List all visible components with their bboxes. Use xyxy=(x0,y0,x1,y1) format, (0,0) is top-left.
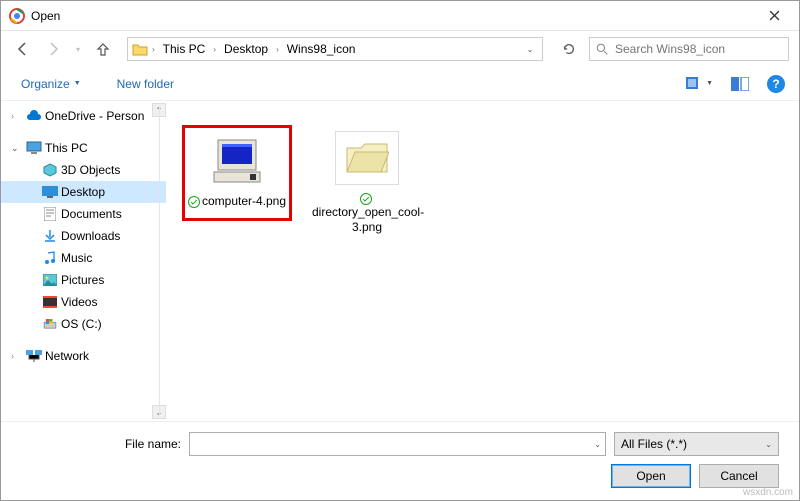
chevron-right-icon[interactable]: › xyxy=(211,45,218,54)
filename-input[interactable] xyxy=(194,437,594,451)
sidebar-item-3dobjects[interactable]: 3D Objects xyxy=(1,159,166,181)
breadcrumb-desktop[interactable]: Desktop xyxy=(220,40,272,58)
breadcrumb-folder[interactable]: Wins98_icon xyxy=(283,40,360,58)
recent-locations-button[interactable]: ▾ xyxy=(71,37,85,61)
file-item-computer[interactable]: computer-4.png xyxy=(182,125,292,221)
desktop-icon xyxy=(41,184,59,200)
sidebar-item-label: Documents xyxy=(61,207,122,221)
file-list[interactable]: computer-4.png directory_open_cool-3.png xyxy=(166,101,799,421)
file-thumbnail xyxy=(205,134,269,188)
filetype-combobox[interactable]: All Files (*.*) ⌄ xyxy=(614,432,779,456)
music-icon xyxy=(41,250,59,266)
sidebar-item-label: This PC xyxy=(45,141,88,155)
sidebar-item-pictures[interactable]: Pictures xyxy=(1,269,166,291)
organize-label: Organize xyxy=(21,77,70,91)
sidebar-item-label: Desktop xyxy=(61,185,105,199)
new-folder-label: New folder xyxy=(117,77,174,91)
sidebar-item-downloads[interactable]: Downloads xyxy=(1,225,166,247)
search-box[interactable] xyxy=(589,37,789,61)
breadcrumb-thispc[interactable]: This PC xyxy=(159,40,210,58)
scrollbar-up[interactable]: ⌃ xyxy=(152,103,166,117)
chevron-down-icon: ▼ xyxy=(74,80,81,87)
navigation-pane: ⌃ › OneDrive - Person ⌄ This PC 3D Objec… xyxy=(1,101,166,421)
sidebar-item-label: Downloads xyxy=(61,229,120,243)
sidebar-item-label: Pictures xyxy=(61,273,104,287)
app-icon xyxy=(9,8,25,24)
sidebar-item-videos[interactable]: Videos xyxy=(1,291,166,313)
chevron-right-icon[interactable]: › xyxy=(11,351,23,361)
chevron-right-icon[interactable]: › xyxy=(274,45,281,54)
filetype-label: All Files (*.*) xyxy=(621,437,687,451)
preview-pane-button[interactable] xyxy=(731,77,749,91)
sidebar-item-desktop[interactable]: Desktop xyxy=(1,181,166,203)
sidebar-item-documents[interactable]: Documents xyxy=(1,203,166,225)
file-name: directory_open_cool-3.png xyxy=(312,205,424,233)
nav-back-button[interactable] xyxy=(11,37,35,61)
filename-label: File name: xyxy=(21,437,181,451)
cancel-button[interactable]: Cancel xyxy=(699,464,779,488)
view-options-button[interactable]: ▼ xyxy=(686,77,713,91)
sync-check-icon xyxy=(188,196,200,208)
cloud-icon xyxy=(25,108,43,124)
videos-icon xyxy=(41,294,59,310)
filename-combobox[interactable]: ⌄ xyxy=(189,432,606,456)
file-name: computer-4.png xyxy=(202,194,286,208)
downloads-icon xyxy=(41,228,59,244)
file-item-directory[interactable]: directory_open_cool-3.png xyxy=(312,131,422,234)
sidebar-item-label: 3D Objects xyxy=(61,163,120,177)
sidebar-item-network[interactable]: › Network xyxy=(1,345,166,367)
sidebar-item-label: OneDrive - Person xyxy=(45,109,144,123)
sidebar-item-onedrive[interactable]: › OneDrive - Person xyxy=(1,105,166,127)
sidebar-item-label: Network xyxy=(45,349,89,363)
scrollbar-down[interactable]: ⌄ xyxy=(152,405,166,419)
chevron-down-icon[interactable]: ⌄ xyxy=(594,440,601,449)
chevron-right-icon[interactable]: › xyxy=(11,111,23,121)
folder-icon xyxy=(132,41,148,57)
watermark: wsxdn.com xyxy=(743,487,793,498)
computer-icon xyxy=(25,140,43,156)
refresh-button[interactable] xyxy=(555,37,583,61)
3d-icon xyxy=(41,162,59,178)
network-icon xyxy=(25,348,43,364)
pictures-icon xyxy=(41,272,59,288)
open-button[interactable]: Open xyxy=(611,464,691,488)
close-button[interactable] xyxy=(751,1,797,31)
new-folder-button[interactable]: New folder xyxy=(111,73,180,95)
sidebar-item-label: OS (C:) xyxy=(61,317,102,331)
sync-check-icon xyxy=(360,193,372,205)
nav-forward-button[interactable] xyxy=(41,37,65,61)
sidebar-item-label: Music xyxy=(61,251,92,265)
window-title: Open xyxy=(31,9,751,23)
drive-icon xyxy=(41,316,59,332)
chevron-right-icon[interactable]: › xyxy=(150,45,157,54)
search-icon xyxy=(596,43,609,56)
help-button[interactable]: ? xyxy=(767,75,785,93)
search-input[interactable] xyxy=(615,42,782,56)
sidebar-item-osdrive[interactable]: OS (C:) xyxy=(1,313,166,335)
chevron-down-icon[interactable]: ⌄ xyxy=(11,143,23,154)
sidebar-item-thispc[interactable]: ⌄ This PC xyxy=(1,137,166,159)
organize-menu[interactable]: Organize ▼ xyxy=(15,73,87,95)
sidebar-item-music[interactable]: Music xyxy=(1,247,166,269)
documents-icon xyxy=(41,206,59,222)
chevron-down-icon: ⌄ xyxy=(765,440,772,449)
address-bar[interactable]: › This PC › Desktop › Wins98_icon ⌄ xyxy=(127,37,543,61)
sidebar-item-label: Videos xyxy=(61,295,97,309)
nav-up-button[interactable] xyxy=(91,37,115,61)
address-dropdown[interactable]: ⌄ xyxy=(522,45,538,54)
file-thumbnail xyxy=(335,131,399,185)
